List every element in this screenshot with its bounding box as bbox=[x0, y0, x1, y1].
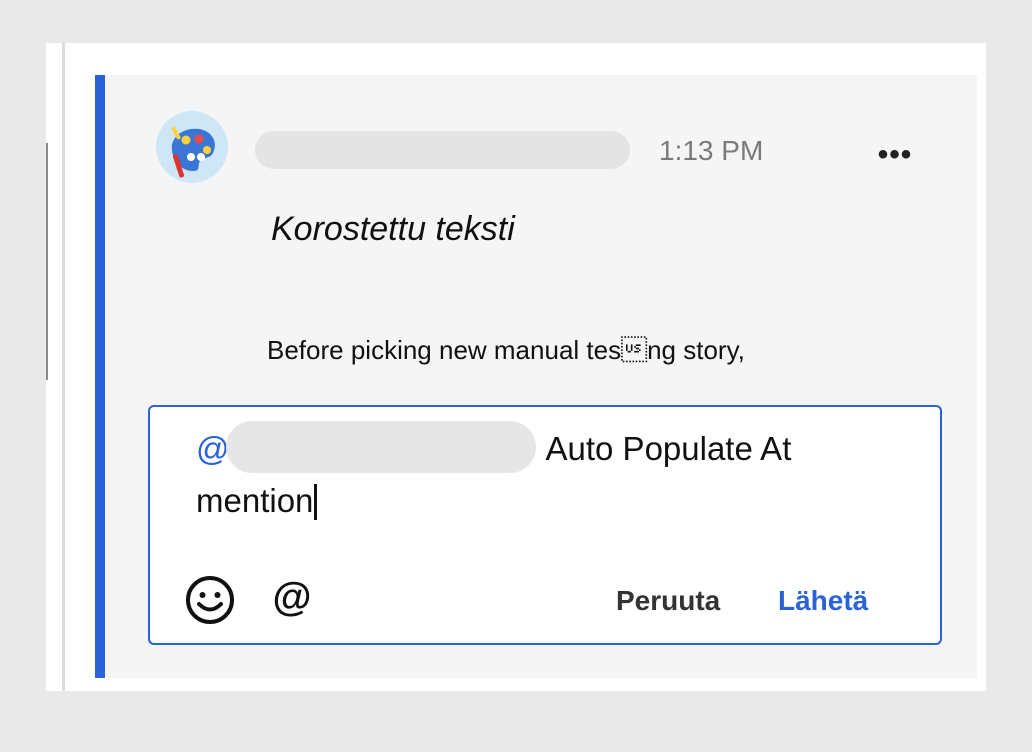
panel-edge-divider bbox=[46, 143, 48, 380]
palette-avatar-icon[interactable] bbox=[155, 110, 229, 184]
comment-body-text: Before picking new manual tes ng story, bbox=[267, 335, 745, 365]
highlighted-text: Korostettu teksti bbox=[271, 210, 515, 248]
comment-card: 1:13 PM ••• Korostettu teksti Before pic… bbox=[95, 75, 977, 678]
page: 1:13 PM ••• Korostettu teksti Before pic… bbox=[0, 0, 1032, 752]
send-button[interactable]: Lähetä bbox=[778, 583, 868, 619]
reply-text-line2: mention bbox=[196, 482, 314, 520]
cancel-button[interactable]: Peruuta bbox=[616, 583, 720, 619]
at-sign-icon[interactable]: @ bbox=[268, 573, 316, 621]
author-name-redacted bbox=[255, 131, 630, 169]
panel-left-strip bbox=[62, 43, 65, 691]
reply-input-box[interactable]: @ Auto Populate At mention @ Peruuta Lähe… bbox=[148, 405, 942, 645]
reply-textarea[interactable]: @ Auto Populate At mention bbox=[196, 421, 916, 525]
reply-text-line1: Auto Populate At bbox=[545, 430, 792, 467]
more-horizontal-icon[interactable]: ••• bbox=[865, 135, 925, 175]
mention-name-redacted bbox=[225, 421, 536, 474]
mention-prefix: @ bbox=[196, 430, 230, 467]
smiley-icon[interactable] bbox=[183, 573, 237, 627]
text-caret bbox=[314, 483, 318, 520]
comment-timestamp: 1:13 PM bbox=[659, 135, 764, 166]
comments-panel: 1:13 PM ••• Korostettu teksti Before pic… bbox=[46, 43, 986, 691]
